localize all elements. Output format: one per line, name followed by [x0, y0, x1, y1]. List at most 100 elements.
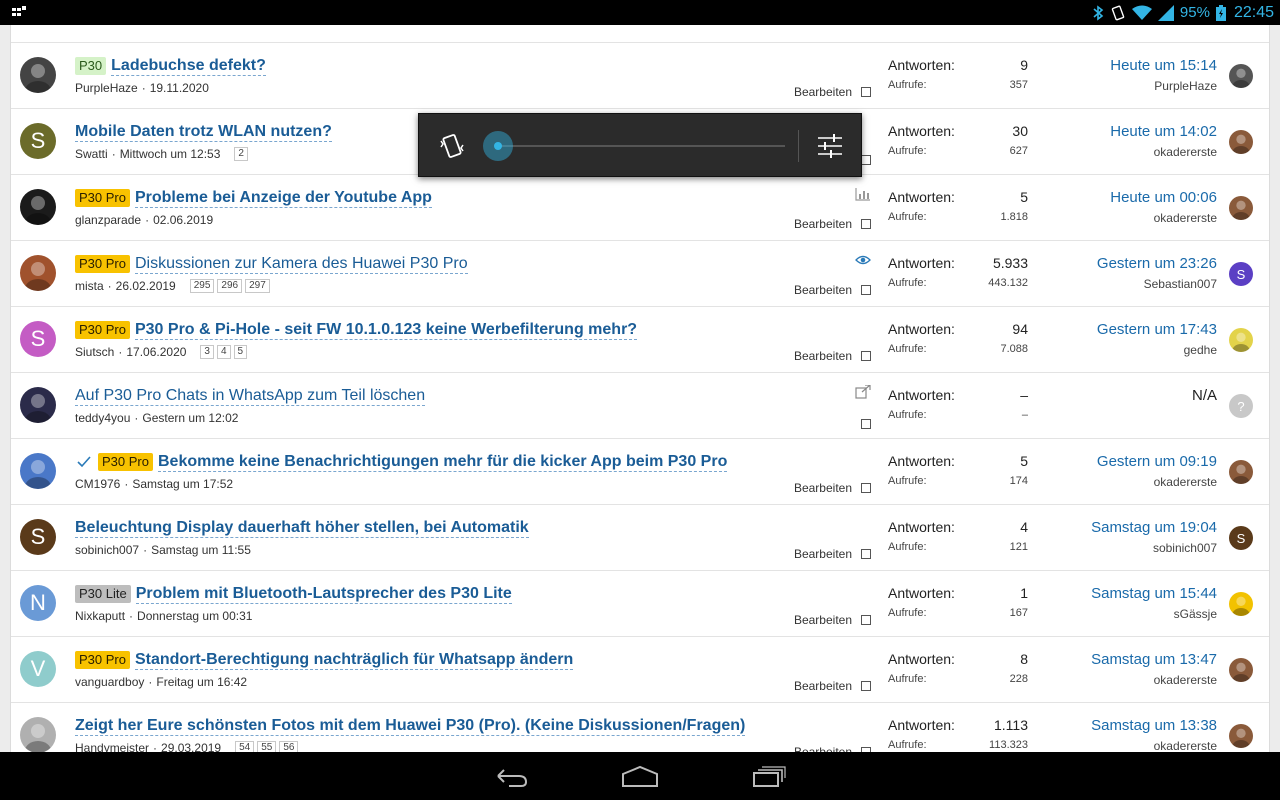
thread-title-link[interactable]: Beleuchtung Display dauerhaft höher stel…	[75, 519, 529, 538]
last-post-user[interactable]: okadererste	[1110, 211, 1217, 225]
page-link[interactable]: 4	[216, 345, 231, 359]
select-checkbox[interactable]	[861, 351, 871, 361]
thread-date[interactable]: Samstag um 17:52	[132, 477, 233, 491]
thread-author[interactable]: PurpleHaze	[75, 81, 138, 95]
page-link[interactable]: 297	[245, 279, 270, 293]
edit-label[interactable]: Bearbeiten	[794, 85, 852, 99]
avatar[interactable]	[20, 717, 56, 752]
avatar[interactable]: S	[20, 123, 56, 159]
thread-title-link[interactable]: Bekomme keine Benachrichtigungen mehr fü…	[157, 453, 728, 472]
edit-label[interactable]: Bearbeiten	[794, 613, 852, 627]
page-link[interactable]: 296	[217, 279, 243, 293]
avatar[interactable]	[20, 189, 56, 225]
last-poster-avatar[interactable]	[1229, 130, 1253, 154]
page-link[interactable]: 56	[279, 741, 299, 752]
avatar[interactable]: S	[20, 519, 56, 555]
last-post-user[interactable]: PurpleHaze	[1110, 79, 1217, 93]
edit-label[interactable]: Bearbeiten	[794, 283, 852, 297]
select-checkbox[interactable]	[861, 419, 871, 429]
thread-title-link[interactable]: Ladebuchse defekt?	[111, 57, 266, 76]
thread-title-link[interactable]: P30 Pro & Pi-Hole - seit FW 10.1.0.123 k…	[134, 321, 638, 340]
eye-icon[interactable]	[855, 253, 871, 267]
edit-label[interactable]: Bearbeiten	[794, 481, 852, 495]
last-poster-avatar[interactable]	[1229, 724, 1253, 748]
last-poster-avatar[interactable]: S	[1229, 262, 1253, 286]
page-link[interactable]: 295	[189, 279, 215, 293]
edit-label[interactable]: Bearbeiten	[794, 547, 852, 561]
thread-title-link[interactable]: Standort-Berechtigung nachträglich für W…	[134, 651, 574, 670]
thread-date[interactable]: 02.06.2019	[153, 213, 213, 227]
thread-title-link[interactable]: Auf P30 Pro Chats in WhatsApp zum Teil l…	[75, 387, 426, 406]
thread-author[interactable]: sobinich007	[75, 543, 139, 557]
last-post-time[interactable]: Heute um 00:06	[1110, 189, 1217, 207]
last-post-time[interactable]: Gestern um 09:19	[1097, 453, 1217, 471]
last-post-time[interactable]: Samstag um 13:38	[1091, 717, 1217, 735]
last-post-time[interactable]: Gestern um 17:43	[1097, 321, 1217, 339]
avatar[interactable]	[20, 255, 56, 291]
last-post-user[interactable]: okadererste	[1110, 145, 1217, 159]
page-link[interactable]: 55	[257, 741, 277, 752]
last-post-time[interactable]: Samstag um 13:47	[1091, 651, 1217, 669]
chart-icon[interactable]	[855, 187, 871, 201]
last-post-time[interactable]: Heute um 15:14	[1110, 57, 1217, 75]
last-post-user[interactable]: sobinich007	[1091, 541, 1217, 555]
external-link-icon[interactable]	[855, 384, 871, 399]
thread-prefix[interactable]: P30 Pro	[75, 255, 130, 273]
last-poster-avatar[interactable]	[1229, 64, 1253, 88]
last-poster-avatar[interactable]	[1229, 328, 1253, 352]
thread-date[interactable]: 29.03.2019	[161, 741, 221, 752]
last-poster-avatar[interactable]: ?	[1229, 394, 1253, 418]
thread-author[interactable]: glanzparade	[75, 213, 141, 227]
page-link[interactable]: 5	[233, 345, 248, 359]
page-link[interactable]: 54	[235, 741, 255, 752]
thread-author[interactable]: CM1976	[75, 477, 120, 491]
thread-author[interactable]: Nixkaputt	[75, 609, 125, 623]
thread-date[interactable]: Gestern um 12:02	[142, 411, 238, 425]
home-icon[interactable]	[621, 764, 659, 788]
avatar[interactable]: S	[20, 321, 56, 357]
last-post-user[interactable]: okadererste	[1091, 673, 1217, 687]
thread-title-link[interactable]: Problem mit Bluetooth-Lautsprecher des P…	[135, 585, 512, 604]
thread-date[interactable]: 17.06.2020	[126, 345, 186, 359]
last-post-time[interactable]: Samstag um 15:44	[1091, 585, 1217, 603]
select-checkbox[interactable]	[861, 681, 871, 691]
page-link[interactable]: 2	[234, 147, 248, 161]
avatar[interactable]	[20, 453, 56, 489]
back-icon[interactable]	[495, 764, 529, 788]
edit-label[interactable]: Bearbeiten	[794, 679, 852, 693]
last-post-user[interactable]: sGässje	[1091, 607, 1217, 621]
select-checkbox[interactable]	[861, 549, 871, 559]
select-checkbox[interactable]	[861, 285, 871, 295]
vibrate-mode-icon[interactable]	[439, 132, 465, 160]
avatar[interactable]: N	[20, 585, 56, 621]
select-checkbox[interactable]	[861, 155, 871, 165]
last-post-user[interactable]: okadererste	[1097, 475, 1217, 489]
thread-author[interactable]: Handymeister	[75, 741, 149, 752]
last-post-time[interactable]: Samstag um 19:04	[1091, 519, 1217, 537]
last-poster-avatar[interactable]	[1229, 196, 1253, 220]
thread-author[interactable]: Swatti	[75, 147, 108, 161]
select-checkbox[interactable]	[861, 615, 871, 625]
last-post-user[interactable]: gedhe	[1097, 343, 1217, 357]
select-checkbox[interactable]	[861, 219, 871, 229]
thread-title-link[interactable]: Probleme bei Anzeige der Youtube App	[134, 189, 432, 208]
select-checkbox[interactable]	[861, 483, 871, 493]
thread-date[interactable]: 26.02.2019	[116, 279, 176, 293]
thread-author[interactable]: vanguardboy	[75, 675, 144, 689]
avatar[interactable]	[20, 57, 56, 93]
last-post-user[interactable]: Sebastian007	[1097, 277, 1217, 291]
last-poster-avatar[interactable]	[1229, 460, 1253, 484]
last-poster-avatar[interactable]	[1229, 592, 1253, 616]
thread-date[interactable]: 19.11.2020	[150, 81, 209, 95]
thread-title-link[interactable]: Zeigt her Eure schönsten Fotos mit dem H…	[75, 717, 746, 736]
avatar[interactable]: V	[20, 651, 56, 687]
settings-sliders-icon[interactable]	[817, 133, 843, 159]
last-poster-avatar[interactable]: S	[1229, 526, 1253, 550]
thread-title-link[interactable]: Diskussionen zur Kamera des Huawei P30 P…	[134, 255, 468, 274]
edit-label[interactable]: Bearbeiten	[794, 217, 852, 231]
thread-date[interactable]: Mittwoch um 12:53	[120, 147, 221, 161]
thread-author[interactable]: teddy4you	[75, 411, 130, 425]
thread-prefix[interactable]: P30 Lite	[75, 585, 131, 603]
volume-slider-track[interactable]	[499, 145, 785, 147]
edit-label[interactable]: Bearbeiten	[794, 349, 852, 363]
